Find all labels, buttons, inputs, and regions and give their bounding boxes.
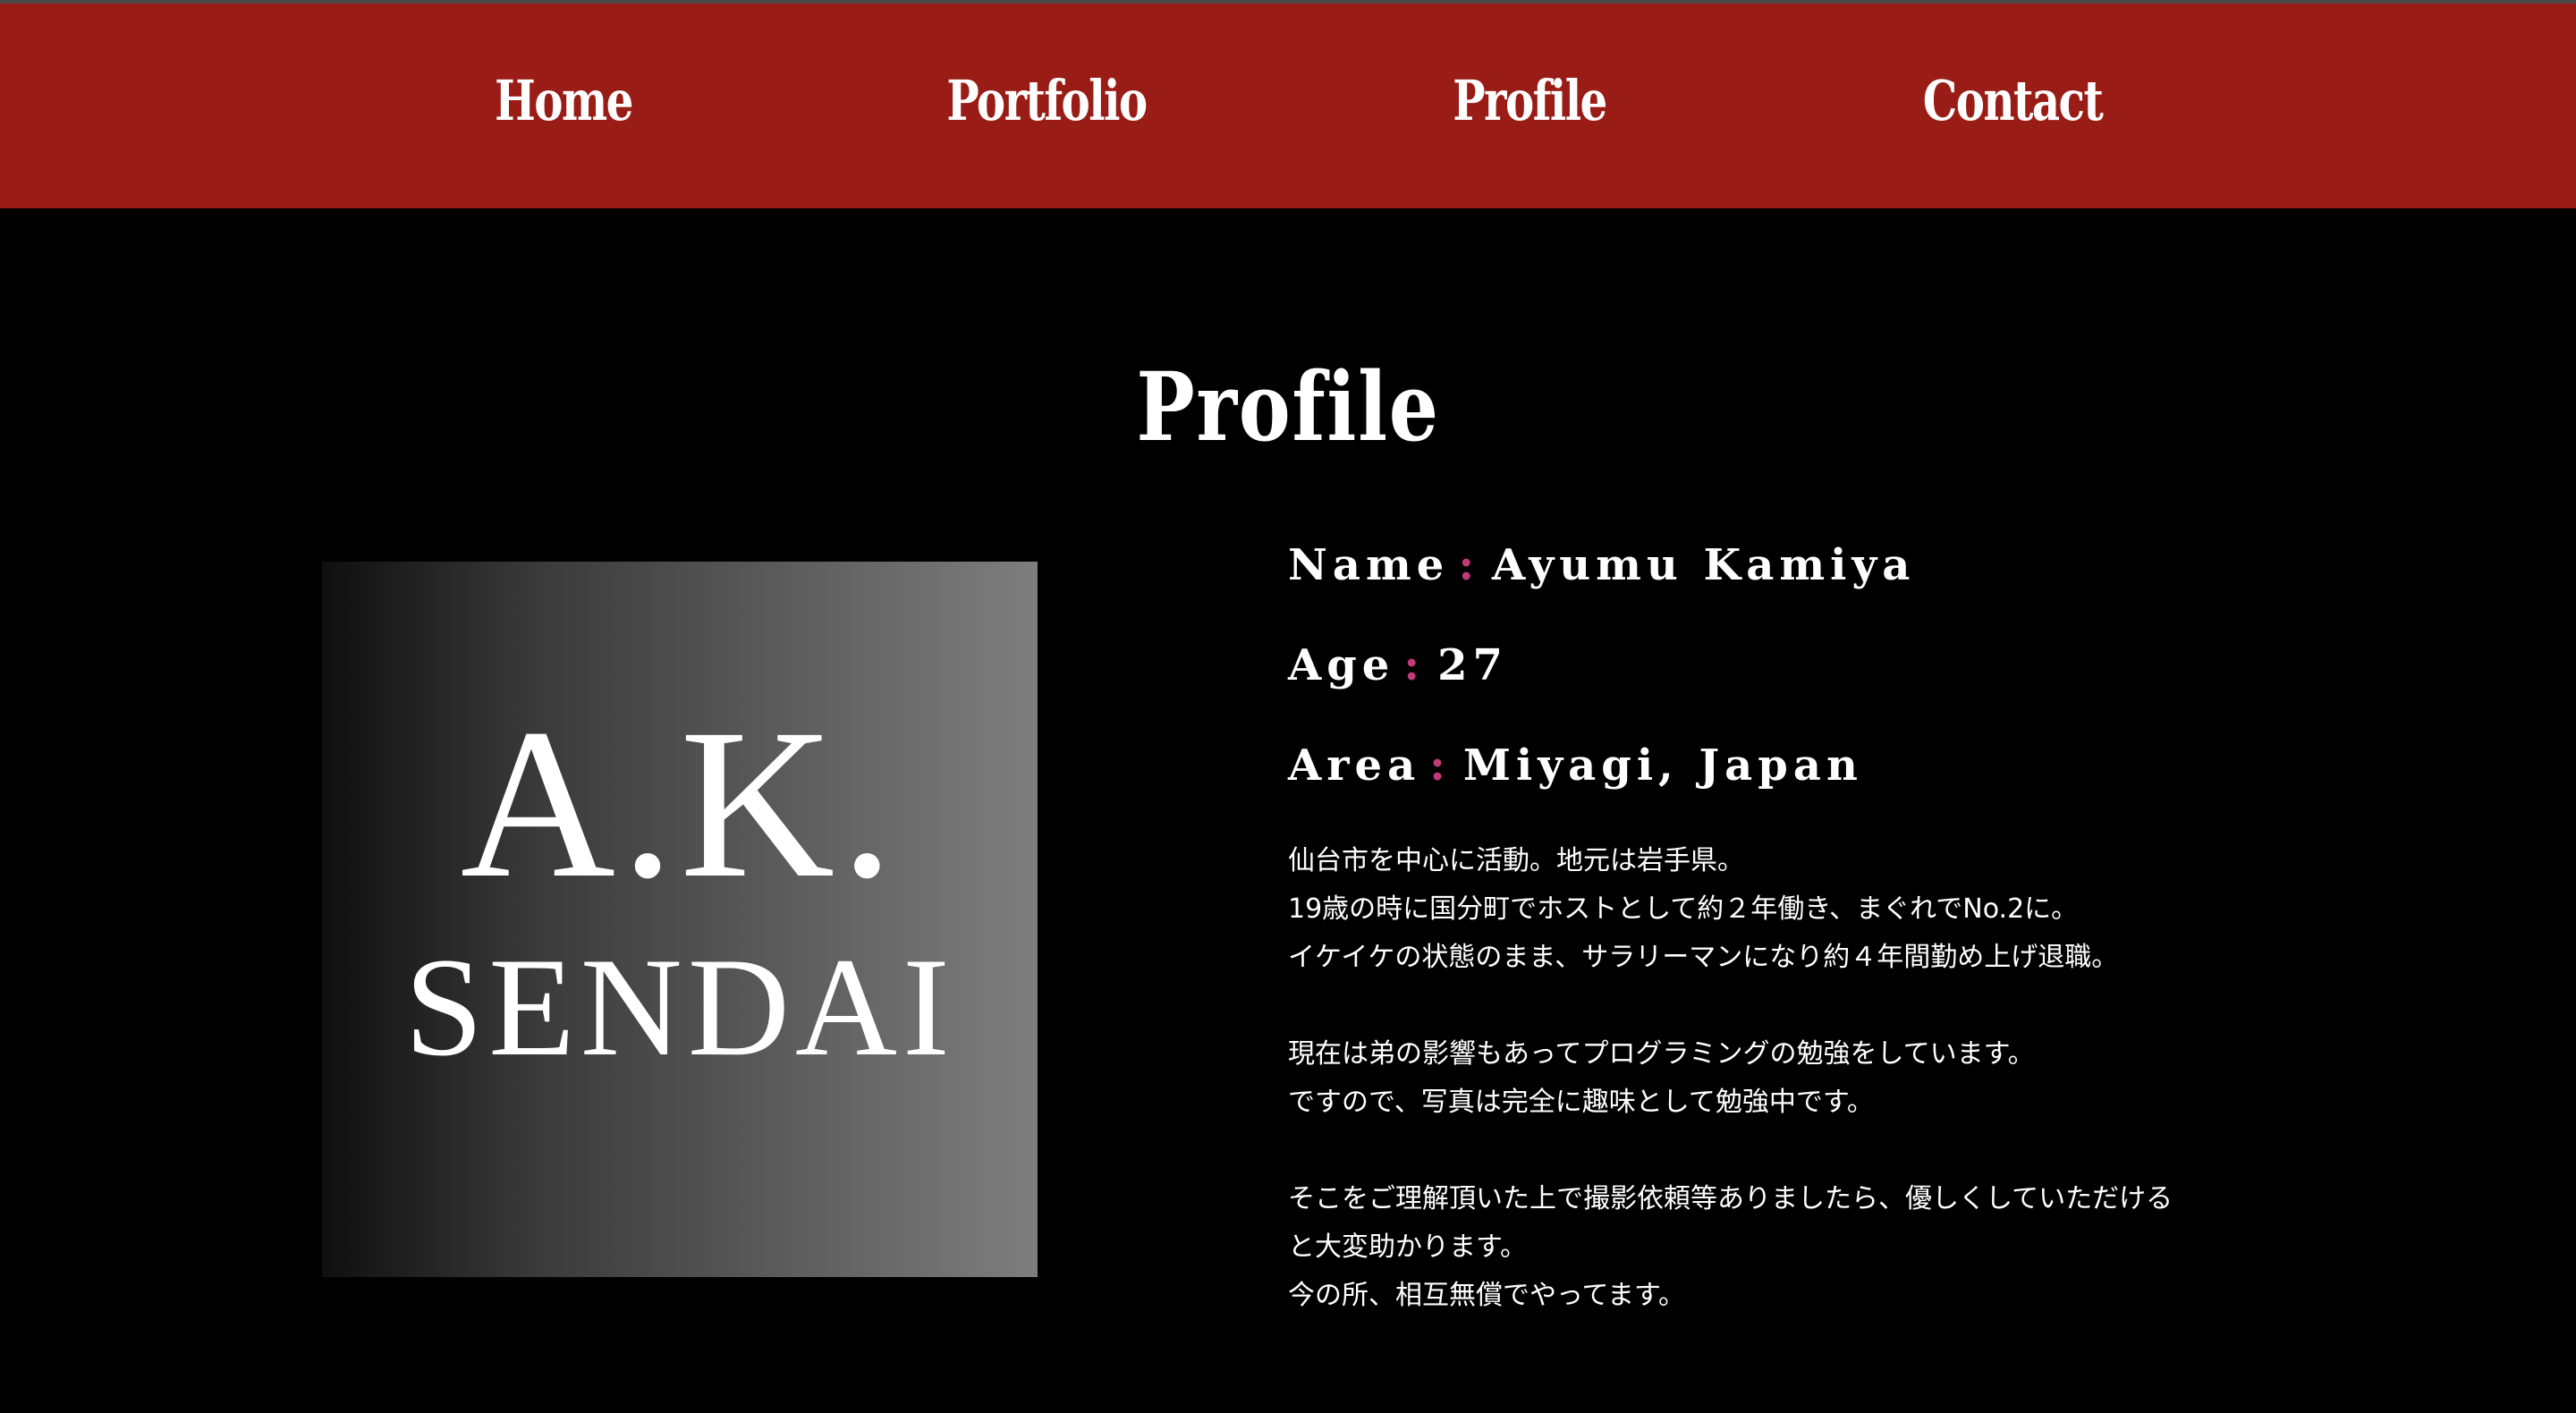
name-label: Name (1288, 540, 1450, 590)
brand-logo-image: A.K. SENDAI (322, 562, 1038, 1277)
profile-area-row: Area: Miyagi, Japan (1288, 740, 1863, 791)
profile-name-row: Name: Ayumu Kamiya (1288, 540, 1915, 590)
logo-city: SENDAI (404, 929, 955, 1086)
age-separator: : (1403, 640, 1426, 690)
nav-profile-label: Profile (1453, 68, 1607, 133)
name-separator: : (1458, 540, 1480, 590)
profile-bio: 仙台市を中心に活動。地元は岩手県。 19歳の時に国分町でホストとして約２年働き、… (1288, 837, 2290, 1320)
bio-line: と大変助かります。 (1288, 1231, 1527, 1263)
bio-spacer (1288, 1127, 2290, 1175)
area-value: Miyagi, Japan (1462, 740, 1863, 791)
bio-line: そこをご理解頂いた上で撮影依頼等ありましたら、優しくしていただける (1288, 1183, 2174, 1214)
bio-spacer (1288, 982, 2290, 1030)
nav-contact-label: Contact (1922, 68, 2104, 133)
bio-line: ですので、写真は完全に趣味として勉強中です。 (1288, 1087, 1874, 1118)
bio-line: イケイケの状態のまま、サラリーマンになり約４年間勤め上げ退職。 (1288, 942, 2119, 973)
logo-initials: A.K. (460, 684, 900, 922)
age-value: 27 (1437, 640, 1508, 690)
nav-portfolio-label: Portfolio (946, 68, 1148, 133)
bio-line: 今の所、相互無償でやってます。 (1288, 1280, 1685, 1311)
bio-line: 19歳の時に国分町でホストとして約２年働き、まぐれでNo.2に。 (1288, 893, 2079, 925)
bio-line: 現在は弟の影響もあってプログラミングの勉強をしています。 (1288, 1038, 2035, 1070)
name-value: Ayumu Kamiya (1492, 540, 1916, 590)
age-label: Age (1288, 640, 1395, 690)
nav-profile-link[interactable]: Profile (1431, 68, 1628, 133)
page-title: Profile (1103, 351, 1473, 462)
area-separator: : (1429, 740, 1451, 791)
nav-contact-link[interactable]: Contact (1898, 68, 2128, 133)
nav-portfolio-link[interactable]: Portfolio (919, 68, 1174, 133)
area-label: Area (1288, 740, 1421, 791)
profile-age-row: Age:27 (1288, 640, 1508, 690)
nav-home-label: Home (495, 68, 633, 133)
top-navigation: Home Portfolio Profile Contact (0, 4, 2576, 208)
page-title-text: Profile (1136, 351, 1440, 462)
nav-home-link[interactable]: Home (476, 68, 652, 133)
bio-line: 仙台市を中心に活動。地元は岩手県。 (1288, 845, 1744, 876)
